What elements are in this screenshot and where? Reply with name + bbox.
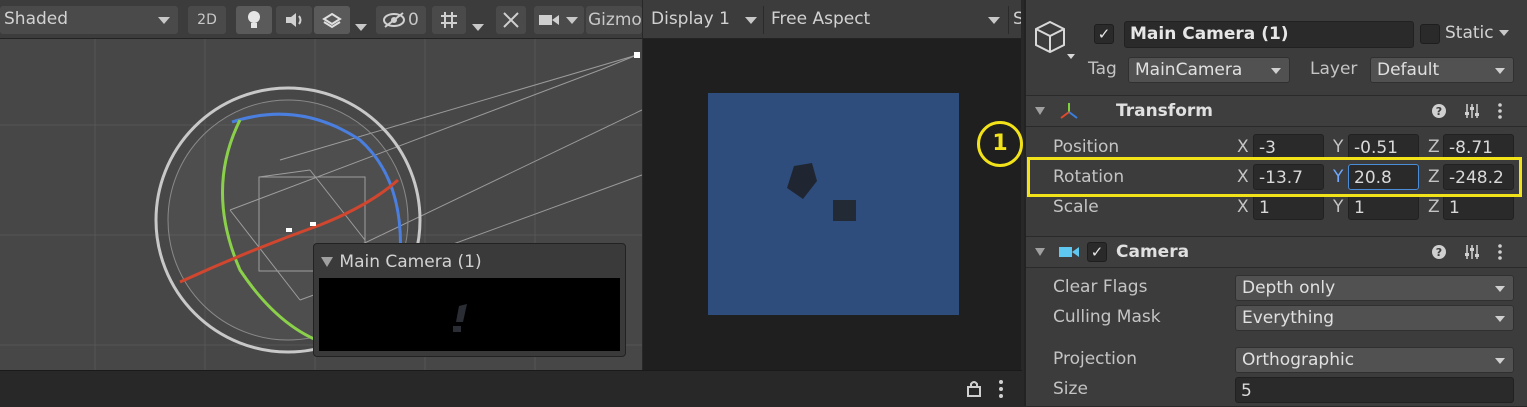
camera-component-header[interactable]: ✓ Camera ? (1026, 236, 1527, 268)
transform-axis-icon (1060, 103, 1078, 119)
effects-toggle-button[interactable] (314, 6, 350, 34)
presets-sliders-icon[interactable] (1463, 243, 1481, 261)
camera-settings-button[interactable] (534, 6, 584, 34)
position-label: Position (1053, 137, 1120, 157)
culling-mask-label: Culling Mask (1053, 307, 1161, 327)
chevron-down-icon (1495, 316, 1505, 322)
preview-object (453, 304, 467, 332)
camera-preview-header[interactable]: Main Camera (1) (320, 252, 482, 272)
camera-title: Camera (1116, 242, 1190, 262)
chevron-down-icon (472, 24, 484, 31)
chevron-down-icon (745, 17, 757, 24)
position-x-label[interactable]: X (1237, 137, 1249, 157)
scale-label: Scale (1053, 197, 1099, 217)
lighting-toggle-button[interactable] (236, 6, 272, 34)
game-toolbar: Display 1 Free Aspect S (643, 0, 1021, 39)
effects-dropdown-chevron[interactable] (355, 16, 367, 36)
static-dropdown[interactable]: Static (1445, 23, 1510, 43)
clear-flags-label: Clear Flags (1053, 277, 1148, 297)
kebab-menu-icon[interactable] (1496, 102, 1504, 120)
scale-z-field[interactable]: 1 (1443, 194, 1514, 220)
foldout-arrow-icon[interactable] (1034, 247, 1046, 257)
toggle-2d-button[interactable]: 2D (188, 6, 226, 34)
annotation-marker: 1 (977, 121, 1023, 167)
chevron-down-icon (1271, 68, 1281, 74)
projection-label: Projection (1053, 349, 1138, 369)
scale-x-label[interactable]: X (1237, 197, 1249, 217)
help-icon[interactable]: ? (1431, 244, 1447, 260)
chevron-down-icon (566, 16, 578, 24)
game-scene-objects (787, 163, 856, 221)
svg-text:?: ? (1436, 105, 1442, 118)
chevron-down-icon (1499, 30, 1510, 36)
object-name-field[interactable]: Main Camera (1) (1124, 21, 1414, 48)
gameobject-cube-icon[interactable] (1034, 20, 1078, 64)
display-dropdown[interactable]: Display 1 (643, 6, 761, 34)
chevron-down-icon (988, 17, 1000, 24)
chevron-down-icon (158, 17, 170, 24)
camera-preview-window[interactable]: Main Camera (1) (313, 243, 626, 357)
gizmos-dropdown[interactable]: Gizmo (586, 6, 642, 34)
aspect-label: Free Aspect (771, 9, 871, 29)
hidden-objects-button[interactable]: 0 (376, 6, 426, 34)
size-label: Size (1053, 379, 1088, 399)
camera-preview-title: Main Camera (1) (339, 252, 482, 272)
camera-preview-render (319, 278, 620, 351)
foldout-arrow-icon[interactable] (1034, 106, 1046, 116)
shading-mode-label: Shaded (4, 9, 69, 29)
camera-enabled-checkbox[interactable]: ✓ (1087, 242, 1107, 262)
static-checkbox[interactable] (1420, 24, 1440, 44)
effects-layers-icon (322, 12, 342, 29)
scale-slider-label[interactable]: S (1013, 9, 1021, 29)
scale-y-field[interactable]: 1 (1348, 194, 1419, 220)
light-bulb-icon (248, 11, 260, 28)
scene-toolbar: Shaded 2D 0 Gizmo (0, 0, 642, 39)
tools-icon (503, 12, 519, 28)
lock-icon[interactable] (965, 379, 983, 397)
triangle-down-icon (321, 257, 333, 267)
size-field[interactable]: 5 (1235, 377, 1514, 403)
grid-icon (441, 12, 457, 28)
scale-y-label[interactable]: Y (1333, 197, 1343, 217)
presets-sliders-icon[interactable] (1463, 102, 1481, 120)
tools-button[interactable] (496, 6, 526, 34)
transform-title: Transform (1116, 101, 1213, 121)
tag-dropdown[interactable]: MainCamera (1128, 57, 1290, 83)
chevron-down-icon (1495, 358, 1505, 364)
scale-z-label[interactable]: Z (1428, 197, 1440, 217)
tag-label: Tag (1088, 59, 1117, 79)
active-checkbox[interactable]: ✓ (1094, 24, 1114, 44)
video-camera-icon (539, 15, 559, 25)
speaker-icon (286, 13, 302, 27)
culling-mask-dropdown[interactable]: Everything (1235, 305, 1514, 331)
display-label: Display 1 (651, 9, 730, 29)
grid-snap-button[interactable] (432, 6, 466, 34)
grid-dropdown-chevron[interactable] (472, 16, 484, 36)
position-y-label[interactable]: Y (1333, 137, 1343, 157)
chevron-down-icon (1495, 286, 1505, 292)
aspect-dropdown[interactable]: Free Aspect (763, 6, 1009, 34)
kebab-menu-icon[interactable] (1496, 243, 1504, 261)
audio-toggle-button[interactable] (276, 6, 312, 34)
position-z-label[interactable]: Z (1428, 137, 1440, 157)
svg-text:?: ? (1436, 246, 1442, 259)
chevron-down-icon (1495, 68, 1505, 74)
clear-flags-dropdown[interactable]: Depth only (1235, 275, 1514, 301)
game-render[interactable] (708, 93, 959, 315)
rotation-highlight-box (1027, 157, 1522, 197)
camera-component-icon (1059, 247, 1079, 257)
transform-component-header[interactable]: Transform ? (1026, 95, 1527, 127)
projection-dropdown[interactable]: Orthographic (1235, 347, 1514, 373)
layer-dropdown[interactable]: Default (1370, 57, 1514, 83)
chevron-down-icon (355, 24, 367, 31)
scale-x-field[interactable]: 1 (1253, 194, 1324, 220)
shading-mode-dropdown[interactable]: Shaded (0, 6, 178, 34)
hidden-objects-count: 0 (408, 10, 419, 30)
bottom-bar (0, 370, 1022, 407)
help-icon[interactable]: ? (1431, 103, 1447, 119)
kebab-menu-icon[interactable] (996, 379, 1006, 399)
layer-label: Layer (1310, 59, 1358, 79)
eye-slash-icon (383, 12, 405, 28)
